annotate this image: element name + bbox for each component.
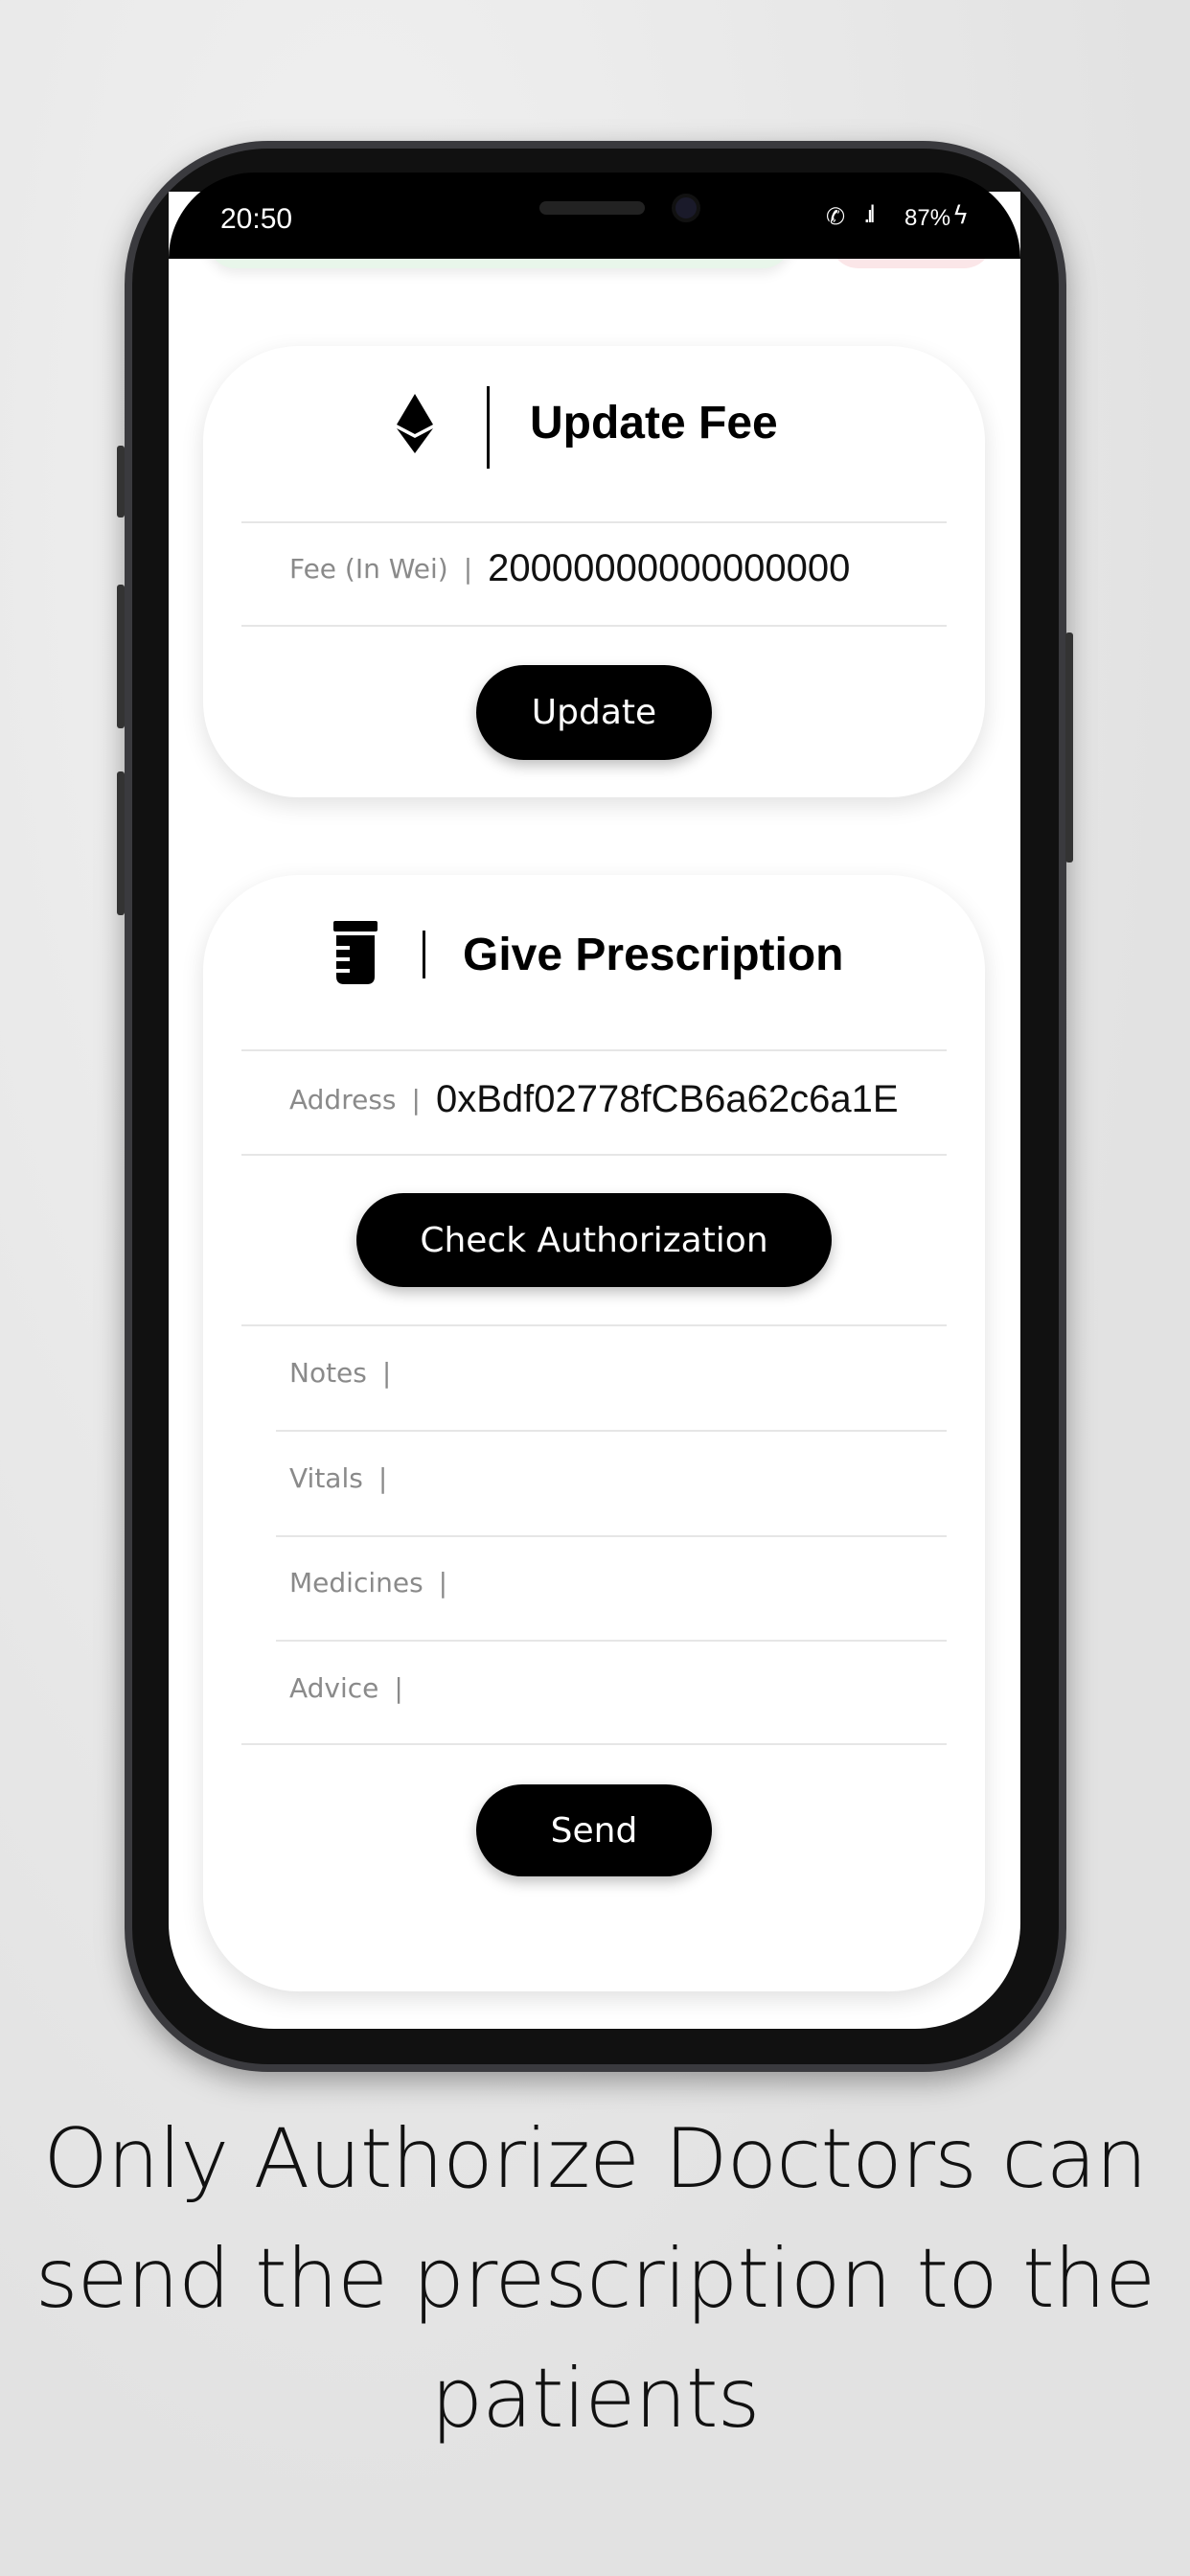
fee-value[interactable]: 20000000000000000	[488, 547, 850, 590]
wifi-call-icon: ✆	[826, 203, 846, 230]
caption-line-1: Only Authorize Doctors can	[43, 2111, 1148, 2207]
divider	[241, 1049, 947, 1051]
ethereum-icon	[397, 394, 433, 453]
send-button[interactable]: Send	[476, 1784, 712, 1876]
phone-volume-down	[117, 771, 125, 915]
caption-line-3: patients	[430, 2351, 761, 2447]
address-label: Address	[289, 1084, 397, 1116]
vitals-label: Vitals	[289, 1462, 363, 1494]
title-divider	[423, 931, 425, 978]
give-prescription-title: Give Prescription	[463, 930, 844, 980]
address-input[interactable]: Address | 0xBdf02778fCB6a62c6a1E	[289, 1078, 941, 1121]
give-prescription-card: Give Prescription Address | 0xBdf02778fC…	[203, 875, 985, 1991]
status-bar: 20:50 ✆ .ıl 87% ϟ	[169, 172, 1020, 259]
update-button[interactable]: Update	[476, 665, 712, 760]
speaker-grille	[539, 201, 645, 215]
check-authorization-button[interactable]: Check Authorization	[356, 1193, 832, 1287]
cursor: |	[378, 1462, 388, 1494]
divider	[241, 1154, 947, 1156]
advice-input[interactable]: Advice |	[289, 1672, 419, 1704]
advice-label: Advice	[289, 1672, 379, 1704]
phone-side-button	[117, 446, 125, 518]
fee-label: Fee (In Wei)	[289, 553, 448, 585]
cursor: |	[381, 1357, 392, 1389]
title-divider	[487, 386, 490, 469]
cursor: |	[394, 1672, 403, 1704]
battery-percent: 87%	[904, 205, 951, 231]
address-value[interactable]: 0xBdf02778fCB6a62c6a1E	[436, 1078, 899, 1121]
caption-line-2: send the prescription to the	[34, 2231, 1156, 2327]
phone-power-button	[1065, 632, 1073, 862]
divider	[241, 1743, 947, 1745]
divider	[276, 1535, 947, 1537]
label-separator: |	[463, 553, 473, 585]
signal-icon: .ıl	[863, 201, 876, 228]
divider	[241, 1324, 947, 1326]
vitals-input[interactable]: Vitals |	[289, 1462, 402, 1494]
divider	[276, 1640, 947, 1642]
medicine-jar-icon	[333, 921, 378, 984]
update-fee-card: Update Fee Fee (In Wei) | 20000000000000…	[203, 346, 985, 797]
charging-icon: ϟ	[952, 201, 970, 230]
phone-volume-up	[117, 585, 125, 728]
divider	[241, 625, 947, 627]
update-fee-title: Update Fee	[530, 398, 778, 448]
status-time: 20:50	[220, 203, 293, 235]
camera	[672, 194, 700, 222]
notes-input[interactable]: Notes |	[289, 1357, 406, 1389]
medicines-label: Medicines	[289, 1567, 423, 1598]
divider	[241, 521, 947, 523]
label-separator: |	[411, 1084, 421, 1116]
notes-label: Notes	[289, 1357, 367, 1389]
divider	[276, 1430, 947, 1432]
fee-input[interactable]: Fee (In Wei) | 20000000000000000	[289, 547, 922, 590]
medicines-input[interactable]: Medicines |	[289, 1567, 463, 1598]
cursor: |	[438, 1567, 448, 1598]
